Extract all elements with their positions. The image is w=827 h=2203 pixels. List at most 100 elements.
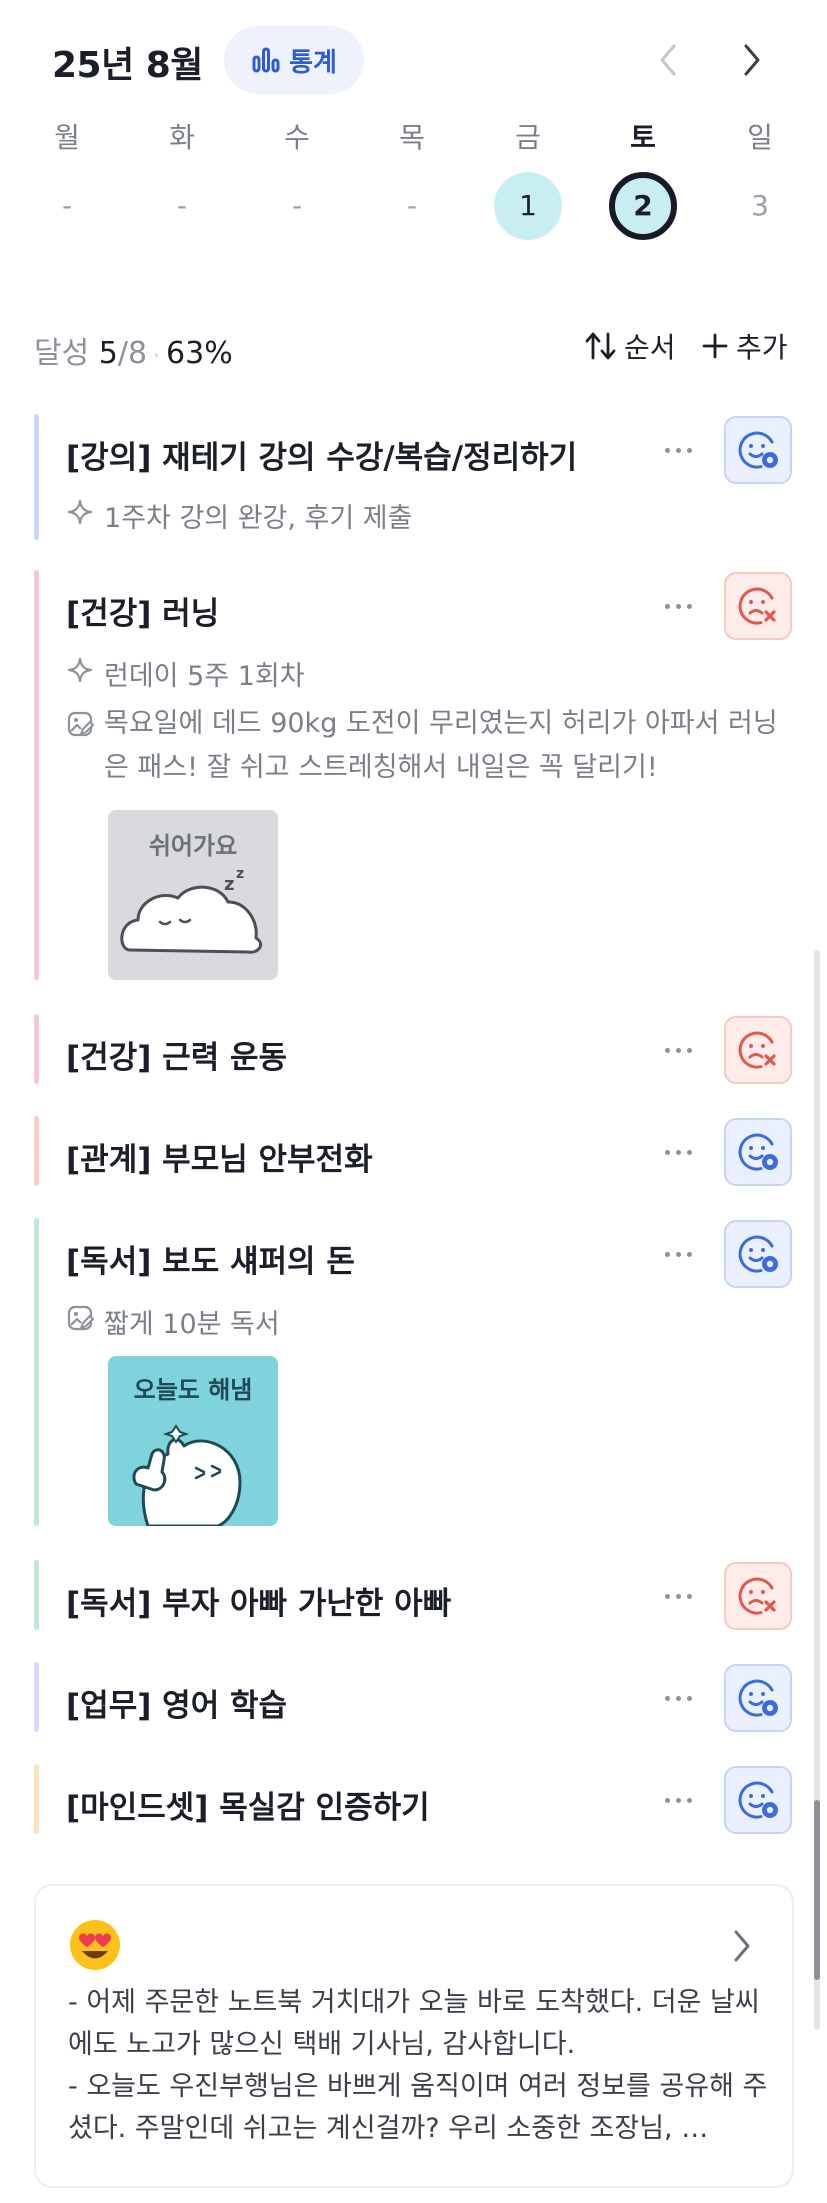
achievement-percent: 63% <box>166 336 233 371</box>
diary-text: - 어제 주문한 노트북 거치대가 오늘 바로 도착했다. 더운 날씨에도 노고… <box>68 1982 768 2150</box>
habit-memo: 목요일에 데드 90kg 도전이 무리였는지 허리가 아파서 러닝은 패스! 잘… <box>66 702 786 790</box>
sticker-image[interactable]: 쉬어가요 z z <box>108 810 278 980</box>
day-name: 토 <box>630 121 656 154</box>
diary-open-button[interactable] <box>722 1926 762 1966</box>
smile-check-icon <box>738 1235 778 1273</box>
habit-item[interactable]: [마인드셋] 목실감 인증하기 <box>34 1764 794 1834</box>
habit-color-bar <box>34 414 39 540</box>
more-icon[interactable] <box>652 428 704 472</box>
heart-eyes-emoji-icon <box>70 1920 120 1970</box>
day-value: - <box>291 189 303 222</box>
image-note-icon <box>67 711 94 737</box>
habit-item[interactable]: [독서] 부자 아빠 가난한 아빠 <box>34 1560 794 1630</box>
scrollbar-thumb[interactable] <box>814 1800 820 1980</box>
order-label: 순서 <box>624 331 676 364</box>
more-icon[interactable] <box>652 584 704 628</box>
smile-check-icon <box>738 1781 778 1819</box>
day-name: 수 <box>284 121 310 154</box>
day-thu[interactable]: 목 - <box>372 118 452 240</box>
habit-item[interactable]: [업무] 영어 학습 <box>34 1662 794 1732</box>
order-button[interactable]: 순서 <box>584 326 676 366</box>
sparkle-icon <box>67 499 93 525</box>
status-success-button[interactable] <box>724 1766 792 1834</box>
habit-color-bar <box>34 1014 39 1084</box>
sort-icon <box>585 332 616 360</box>
habit-title: [마인드셋] 목실감 인증하기 <box>66 1790 430 1826</box>
day-sat[interactable]: 토 2 <box>603 118 683 240</box>
day-value: 1 <box>494 172 562 240</box>
day-name: 화 <box>169 121 195 154</box>
day-name: 금 <box>515 121 541 154</box>
day-mon[interactable]: 월 - <box>27 118 107 240</box>
thumbs-up-character-sticker: 오늘도 해냄 <box>132 1376 253 1526</box>
status-success-button[interactable] <box>724 416 792 484</box>
diary-line-2: - 오늘도 우진부행님은 바쁘게 움직이며 여러 정보를 공유해 주셨다. 주말… <box>68 2071 768 2144</box>
stats-label: 통계 <box>289 47 337 78</box>
bar-chart-icon <box>252 47 280 73</box>
status-fail-button[interactable] <box>724 572 792 640</box>
habit-color-bar <box>34 570 39 980</box>
plus-icon <box>702 333 728 359</box>
habit-title: [건강] 근력 운동 <box>66 1040 288 1076</box>
day-sun[interactable]: 일 3 <box>720 118 800 240</box>
status-success-button[interactable] <box>724 1664 792 1732</box>
svg-text:z: z <box>236 866 244 882</box>
add-label: 추가 <box>736 331 788 364</box>
frown-x-icon <box>738 1577 776 1615</box>
more-icon[interactable] <box>652 1778 704 1822</box>
stats-button[interactable]: 통계 <box>224 26 364 94</box>
smile-check-icon <box>738 1133 778 1171</box>
status-fail-button[interactable] <box>724 1562 792 1630</box>
habit-memo-text: 목요일에 데드 90kg 도전이 무리였는지 허리가 아파서 러닝은 패스! 잘… <box>104 708 778 783</box>
habit-title: [강의] 재테기 강의 수강/복습/정리하기 <box>66 440 578 476</box>
sticker-caption: 쉬어가요 <box>149 832 237 860</box>
image-note-icon <box>67 1305 94 1331</box>
habit-goal: 1주차 강의 완강, 후기 제출 <box>66 496 413 535</box>
add-habit-button[interactable]: 추가 <box>702 326 788 366</box>
habit-item[interactable]: [독서] 보도 섀퍼의 돈 짧게 10분 독서 오늘도 해냄 <box>34 1218 794 1526</box>
habit-goal-text: 1주차 강의 완강, 후기 제출 <box>104 503 413 534</box>
status-success-button[interactable] <box>724 1220 792 1288</box>
sticker-image[interactable]: 오늘도 해냄 <box>108 1356 278 1526</box>
smile-check-icon <box>738 431 778 469</box>
month-title: 25년 8월 <box>52 45 203 86</box>
day-tue[interactable]: 화 - <box>142 118 222 240</box>
more-icon[interactable] <box>652 1676 704 1720</box>
habit-item[interactable]: [건강] 러닝 런데이 5주 1회차 목요일에 데드 90kg 도전이 무리였는… <box>34 570 794 980</box>
habit-color-bar <box>34 1116 39 1186</box>
day-value: - <box>406 189 418 222</box>
habit-item[interactable]: [관계] 부모님 안부전화 <box>34 1116 794 1186</box>
day-wed[interactable]: 수 - <box>257 118 337 240</box>
separator-dot: · <box>153 344 161 369</box>
habit-color-bar <box>34 1560 39 1630</box>
habit-color-bar <box>34 1764 39 1834</box>
habit-color-bar <box>34 1218 39 1526</box>
chevron-right-icon <box>734 1930 750 1962</box>
habit-goal-text: 런데이 5주 1회차 <box>104 661 305 692</box>
sticker-caption: 오늘도 해냄 <box>134 1376 253 1404</box>
day-name: 월 <box>54 121 80 154</box>
sleeping-character-sticker: 쉬어가요 z z <box>120 832 262 954</box>
prev-month-button[interactable] <box>648 38 688 82</box>
chevron-right-icon <box>744 44 760 76</box>
habit-color-bar <box>34 1662 39 1732</box>
habit-title: [독서] 보도 섀퍼의 돈 <box>66 1244 355 1280</box>
status-fail-button[interactable] <box>724 1016 792 1084</box>
habit-memo-text: 짧게 10분 독서 <box>104 1309 280 1340</box>
next-month-button[interactable] <box>732 38 772 82</box>
more-icon[interactable] <box>652 1232 704 1276</box>
status-success-button[interactable] <box>724 1118 792 1186</box>
more-icon[interactable] <box>652 1130 704 1174</box>
achievement-summary: 달성 5/8 · 63% <box>34 328 233 372</box>
week-strip: 월 - 화 - 수 - 목 - 금 1 토 2 일 3 <box>0 118 827 268</box>
habit-memo: 짧게 10분 독서 <box>66 1302 280 1341</box>
habit-title: [건강] 러닝 <box>66 596 220 632</box>
more-icon[interactable] <box>652 1028 704 1072</box>
more-icon[interactable] <box>652 1574 704 1618</box>
frown-x-icon <box>738 587 776 625</box>
day-fri[interactable]: 금 1 <box>488 118 568 240</box>
habit-goal: 런데이 5주 1회차 <box>66 654 305 693</box>
habit-item[interactable]: [건강] 근력 운동 <box>34 1014 794 1084</box>
diary-card[interactable]: - 어제 주문한 노트북 거치대가 오늘 바로 도착했다. 더운 날씨에도 노고… <box>34 1884 794 2188</box>
habit-item[interactable]: [강의] 재테기 강의 수강/복습/정리하기 1주차 강의 완강, 후기 제출 <box>34 414 794 540</box>
